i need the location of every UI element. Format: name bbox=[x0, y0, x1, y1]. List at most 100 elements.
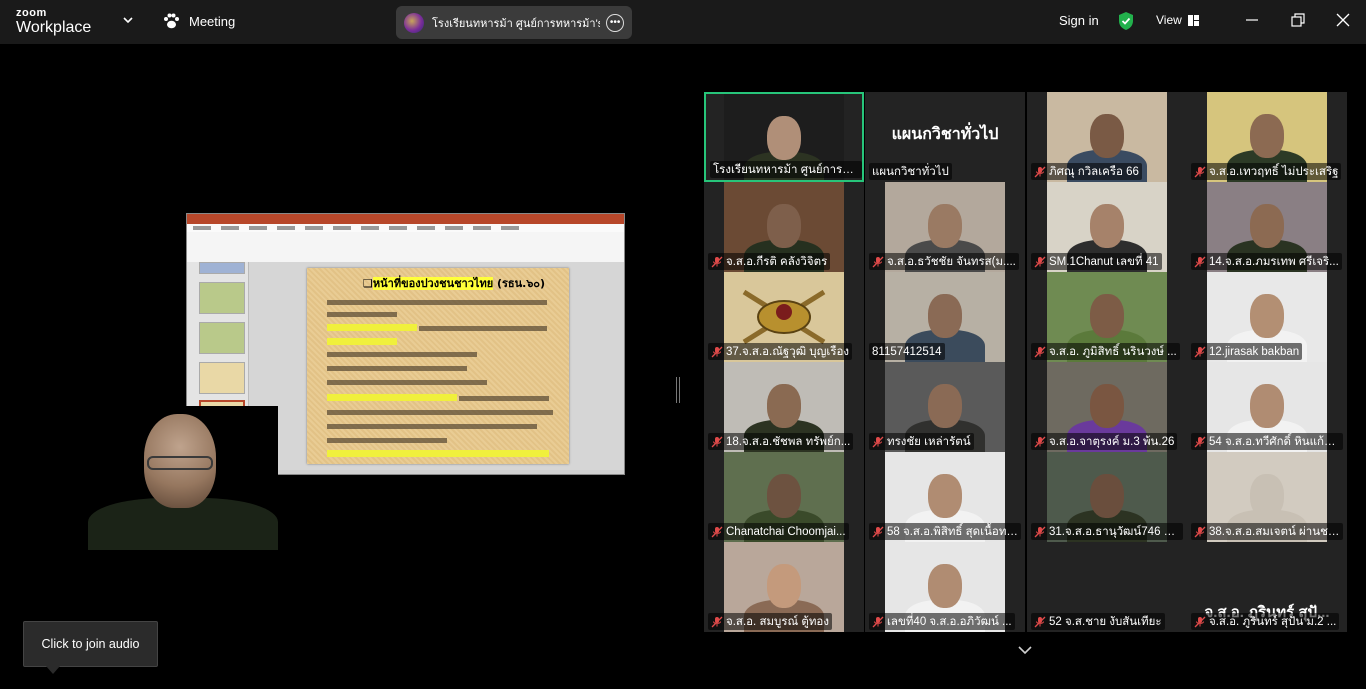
view-button[interactable]: View bbox=[1156, 13, 1199, 27]
meeting-label: Meeting bbox=[189, 13, 236, 29]
close-icon[interactable] bbox=[1335, 12, 1351, 28]
mic-muted-icon bbox=[872, 616, 884, 627]
participant-name-tag: 38.จ.ส.อ.สมเจตน์ ผ่านชมภู bbox=[1191, 523, 1343, 540]
participant-name: Chanatchai Choomjai... bbox=[726, 525, 846, 538]
current-slide: ❑หน้าที่ของปวงชนชาวไทย (รธน.๖๐) bbox=[307, 268, 569, 464]
participant-tile[interactable]: จ.ส.อ. สมบูรณ์ ตู้ทอง bbox=[704, 542, 864, 632]
participant-name-tag: 58 จ.ส.อ.พิสิทธิ์ สุดเนื้อทอง bbox=[869, 523, 1021, 540]
participant-name-tag: เลขที่40 จ.ส.อ.อภิวัฒน์ ... bbox=[869, 613, 1015, 630]
participant-name: จ.ส.อ.ธวัชชัย จันทรส(ม.... bbox=[887, 255, 1016, 268]
participant-name: SM.1Chanut เลขที่ 41 bbox=[1049, 255, 1159, 268]
participant-tile[interactable]: ภิศณุ กวิลเครือ 66 bbox=[1027, 92, 1187, 182]
participant-face bbox=[928, 564, 962, 608]
participant-name: จ.ส.อ.กีรติ คลังวิจิตร bbox=[726, 255, 828, 268]
participant-name-tag: ทรงชัย เหล่ารัตน์ bbox=[869, 433, 974, 450]
participant-name-tag: Chanatchai Choomjai... bbox=[708, 523, 849, 540]
participant-face bbox=[767, 204, 801, 248]
participant-tile[interactable]: 12.jirasak bakban bbox=[1187, 272, 1347, 362]
participant-face bbox=[1250, 114, 1284, 158]
meeting-title-pill[interactable]: โรงเรียนทหารม้า ศูนย์การทหารม้า's sc ••• bbox=[396, 6, 632, 39]
participant-name: แผนกวิชาทั่วไป bbox=[872, 165, 949, 178]
participant-tile[interactable]: 31.จ.ส.อ.ธานุวัฒน์746 ม... bbox=[1027, 452, 1187, 542]
meeting-button[interactable]: Meeting bbox=[162, 12, 235, 30]
slide-heading-suffix: (รธน.๖๐) bbox=[493, 277, 546, 290]
participant-name-tag: 14.จ.ส.อ.ภมรเทพ ศรีเจริ... bbox=[1191, 253, 1342, 270]
paw-icon bbox=[164, 13, 179, 29]
participant-tile[interactable]: Chanatchai Choomjai... bbox=[704, 452, 864, 542]
mic-muted-icon bbox=[872, 256, 884, 267]
join-audio-tooltip[interactable]: Click to join audio bbox=[23, 621, 158, 674]
split-resize-handle[interactable] bbox=[676, 377, 680, 403]
participant-face bbox=[1090, 384, 1124, 428]
participant-name-tag: 81157412514 bbox=[869, 343, 945, 360]
participant-name-tag: จ.ส.อ.จาตุรงค์ ม.3 พ้น.26 bbox=[1031, 433, 1178, 450]
participant-face bbox=[928, 294, 962, 338]
participant-name-tag: แผนกวิชาทั่วไป bbox=[869, 163, 952, 180]
participant-face bbox=[1250, 204, 1284, 248]
participant-tile[interactable]: 37.จ.ส.อ.ณัฐวุฒิ บุญเรือง bbox=[704, 272, 864, 362]
participant-name-tag: 52 จ.ส.ชาย งับสันเทียะ bbox=[1031, 613, 1165, 630]
participant-name: จ.ส.อ. สมบูรณ์ ตู้ทอง bbox=[726, 615, 829, 628]
participant-tile[interactable]: 54 จ.ส.อ.ทวีศักดิ์ หินแก้ว... bbox=[1187, 362, 1347, 452]
participant-name: จ.ส.อ. ภูมิสิทธิ์ นรินวงษ์ ... bbox=[1049, 345, 1177, 358]
participant-tile[interactable]: จ.ส.อ.กีรติ คลังวิจิตร bbox=[704, 182, 864, 272]
participant-tile[interactable]: จ.ส.อ.จาตุรงค์ ม.3 พ้น.26 bbox=[1027, 362, 1187, 452]
mic-muted-icon bbox=[711, 346, 723, 357]
sign-in-link[interactable]: Sign in bbox=[1059, 13, 1099, 28]
participant-face bbox=[1250, 384, 1284, 428]
participant-tile[interactable]: SM.1Chanut เลขที่ 41 bbox=[1027, 182, 1187, 272]
title-bar: zoom Workplace Meeting โรงเรียนทหารม้า ศ… bbox=[0, 0, 1366, 44]
participant-name: 12.jirasak bakban bbox=[1209, 345, 1300, 358]
restore-icon[interactable] bbox=[1290, 12, 1306, 28]
mic-muted-icon bbox=[1034, 346, 1046, 357]
participant-tile[interactable]: 14.จ.ส.อ.ภมรเทพ ศรีเจริ... bbox=[1187, 182, 1347, 272]
participant-tile[interactable]: จ.ส.อ.เทวฤทธิ์ ไม่ประเสริฐ bbox=[1187, 92, 1347, 182]
gallery-next-page-icon[interactable] bbox=[1008, 640, 1042, 662]
participant-tile[interactable]: 81157412514 bbox=[865, 272, 1025, 362]
self-video-tile[interactable] bbox=[88, 406, 278, 550]
participant-tile[interactable]: จ.ส.อ. ภูรินทร์ สุปั...จ.ส.อ. ภูรินทร์ ส… bbox=[1187, 542, 1347, 632]
participant-face bbox=[1090, 114, 1124, 158]
slide-heading: ❑หน้าที่ของปวงชนชาวไทย (รธน.๖๐) bbox=[363, 274, 545, 292]
chevron-down-icon[interactable] bbox=[121, 13, 135, 27]
participant-tile[interactable]: 58 จ.ส.อ.พิสิทธิ์ สุดเนื้อทอง bbox=[865, 452, 1025, 542]
participant-name: 52 จ.ส.ชาย งับสันเทียะ bbox=[1049, 615, 1162, 628]
participant-tile[interactable]: 38.จ.ส.อ.สมเจตน์ ผ่านชมภู bbox=[1187, 452, 1347, 542]
minimize-icon[interactable] bbox=[1244, 12, 1260, 28]
mic-muted-icon bbox=[1194, 526, 1206, 537]
participant-face bbox=[1250, 294, 1284, 338]
participant-name: 18.จ.ส.อ.ชัชพล ทรัพย์ก... bbox=[726, 435, 851, 448]
participant-name: 38.จ.ส.อ.สมเจตน์ ผ่านชมภู bbox=[1209, 525, 1340, 538]
participant-tile[interactable]: จ.ส.อ. ภูมิสิทธิ์ นรินวงษ์ ... bbox=[1027, 272, 1187, 362]
participant-tile[interactable]: แผนกวิชาทั่วไป แผนกวิชาทั่วไป bbox=[865, 92, 1025, 182]
participant-tile[interactable]: 52 จ.ส.ชาย งับสันเทียะ bbox=[1027, 542, 1187, 632]
participant-face bbox=[767, 116, 801, 160]
participant-tile[interactable]: จ.ส.อ.ธวัชชัย จันทรส(ม.... bbox=[865, 182, 1025, 272]
mic-muted-icon bbox=[1034, 436, 1046, 447]
participant-gallery: โรงเรียนทหารม้า ศูนย์การทหา... แผนกวิชาทั… bbox=[704, 92, 1347, 634]
view-label: View bbox=[1156, 13, 1182, 27]
mic-muted-icon bbox=[711, 616, 723, 627]
participant-name-tag: จ.ส.อ. สมบูรณ์ ตู้ทอง bbox=[708, 613, 832, 630]
mic-muted-icon bbox=[1034, 616, 1046, 627]
participant-tile[interactable]: โรงเรียนทหารม้า ศูนย์การทหา... bbox=[704, 92, 864, 182]
mic-muted-icon bbox=[1034, 256, 1046, 267]
self-glasses bbox=[147, 456, 213, 470]
participant-name: 54 จ.ส.อ.ทวีศักดิ์ หินแก้ว... bbox=[1209, 435, 1340, 448]
more-options-icon[interactable]: ••• bbox=[606, 13, 624, 32]
participant-face bbox=[928, 384, 962, 428]
zoom-logo[interactable]: zoom Workplace bbox=[16, 8, 91, 36]
participant-tile[interactable]: ทรงชัย เหล่ารัตน์ bbox=[865, 362, 1025, 452]
participant-face bbox=[1090, 294, 1124, 338]
participant-name: จ.ส.อ.เทวฤทธิ์ ไม่ประเสริฐ bbox=[1209, 165, 1339, 178]
participant-tile[interactable]: เลขที่40 จ.ส.อ.อภิวัฒน์ ... bbox=[865, 542, 1025, 632]
mic-muted-icon bbox=[872, 526, 884, 537]
logo-product: Workplace bbox=[16, 19, 92, 36]
participant-face bbox=[928, 474, 962, 518]
participant-tile[interactable]: 18.จ.ส.อ.ชัชพล ทรัพย์ก... bbox=[704, 362, 864, 452]
participant-name: 58 จ.ส.อ.พิสิทธิ์ สุดเนื้อทอง bbox=[887, 525, 1018, 538]
participant-face bbox=[767, 474, 801, 518]
participant-name-tag: จ.ส.อ.เทวฤทธิ์ ไม่ประเสริฐ bbox=[1191, 163, 1342, 180]
shield-check-icon[interactable] bbox=[1117, 11, 1135, 31]
mic-muted-icon bbox=[1194, 256, 1206, 267]
